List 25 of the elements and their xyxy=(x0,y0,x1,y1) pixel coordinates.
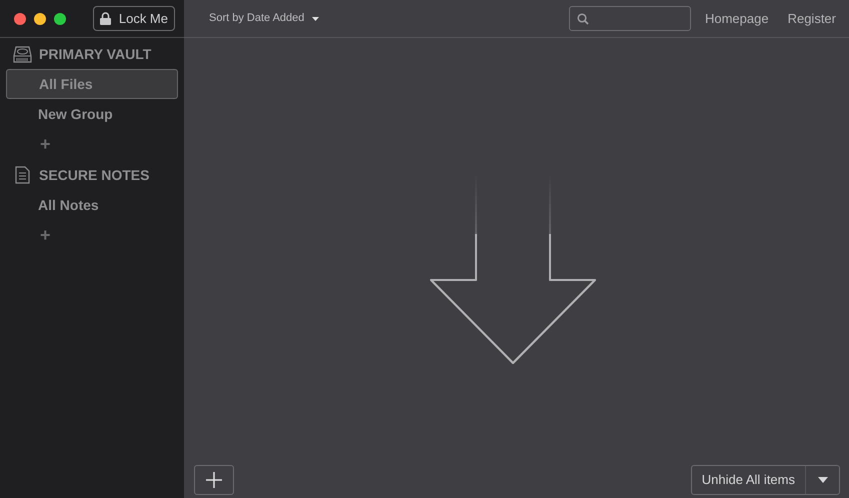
caret-icon xyxy=(312,16,320,20)
unhide-split-button[interactable]: Unhide All items xyxy=(690,465,840,495)
sidebar-item[interactable]: All Notes xyxy=(6,190,178,220)
sidebar-item[interactable]: New Group xyxy=(6,99,178,129)
add-group-button[interactable]: + xyxy=(40,130,51,158)
close-window-button[interactable] xyxy=(14,12,26,24)
section-heading: SECURE NOTES xyxy=(39,166,150,184)
search-icon xyxy=(576,12,589,24)
nav-link[interactable]: Homepage xyxy=(704,8,769,28)
padlock-icon xyxy=(100,12,111,25)
minimize-window-button[interactable] xyxy=(34,12,46,24)
unhide-button[interactable]: Unhide All items xyxy=(692,466,805,494)
nav-link[interactable]: Register xyxy=(788,8,836,28)
section-heading: PRIMARY VAULT xyxy=(39,44,152,64)
sort-dropdown[interactable]: Sort by Date Added xyxy=(209,10,320,27)
caret-icon xyxy=(818,477,828,483)
plus-icon xyxy=(206,472,222,488)
maximize-window-button[interactable] xyxy=(54,12,66,24)
search-field[interactable] xyxy=(568,6,691,31)
add-group-button[interactable]: + xyxy=(40,222,51,248)
add-button[interactable] xyxy=(194,465,234,495)
lock-button[interactable]: Lock Me xyxy=(92,6,175,31)
hard-drive-icon xyxy=(13,46,32,62)
document-icon xyxy=(15,166,30,184)
sidebar-item[interactable]: All Files xyxy=(6,69,178,99)
